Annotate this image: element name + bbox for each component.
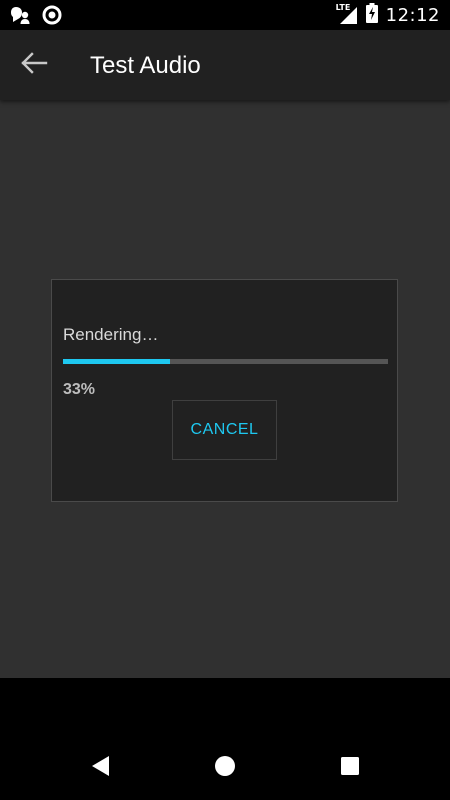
nav-recents-button[interactable] [330,748,370,788]
record-circle-icon [42,5,62,30]
nav-back-button[interactable] [80,748,120,788]
status-time: 12:12 [385,4,440,26]
page-title: Test Audio [90,52,201,79]
arrow-back-icon [20,51,48,80]
nav-back-icon [90,755,110,782]
battery-charging-icon [365,2,378,28]
signal-icon: LTE [336,3,358,25]
progress-percent: 33% [63,381,96,398]
nav-home-icon [214,755,236,782]
navigation-bar [0,678,450,800]
dialog-title: Rendering… [63,325,159,344]
status-indicators: LTE 12:12 [336,2,440,28]
nav-home-button[interactable] [205,748,245,788]
cancel-button[interactable]: CANCEL [172,400,277,460]
nav-recents-icon [340,756,360,781]
progress-dialog: Rendering… 33% CANCEL [51,279,398,502]
back-button[interactable] [10,41,58,89]
voice-notification-icon [10,5,32,30]
progress-bar-fill [63,359,171,364]
progress-bar [63,359,388,364]
app-bar: Test Audio [0,30,450,100]
status-notifications [10,5,62,30]
status-bar: LTE 12:12 [0,0,450,30]
